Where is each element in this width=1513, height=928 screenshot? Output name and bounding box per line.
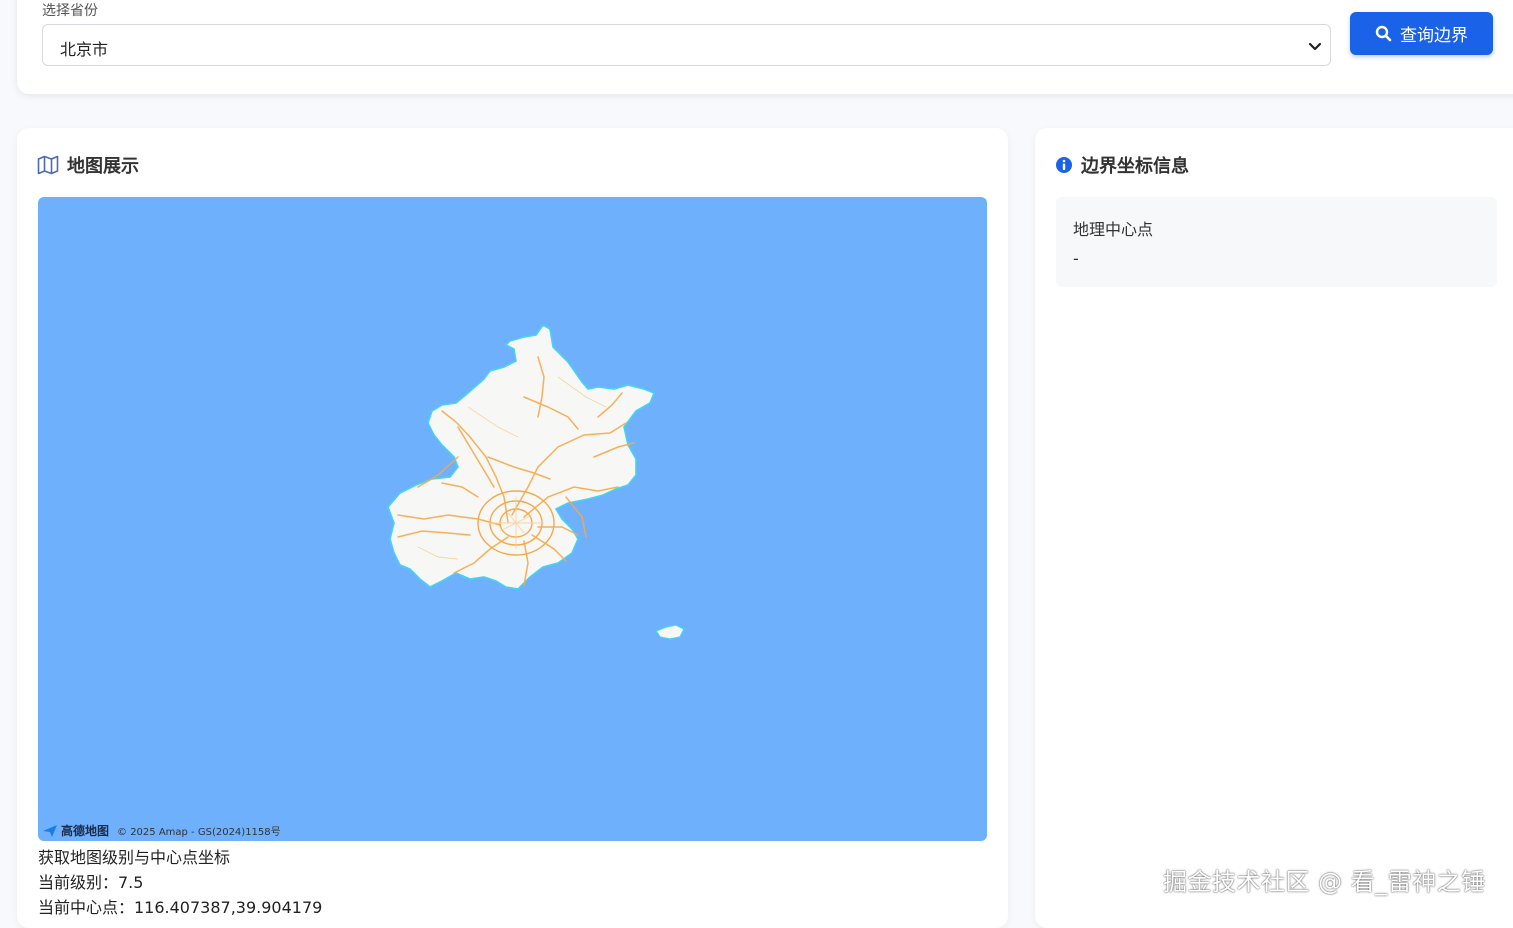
beijing-boundary-map <box>387 323 685 640</box>
map-center-coordinate: 当前中心点：116.407387,39.904179 <box>38 898 323 917</box>
boundary-info-title: 边界坐标信息 <box>1055 152 1189 178</box>
map-status-heading: 获取地图级别与中心点坐标 <box>38 848 231 867</box>
chevron-down-icon <box>1308 42 1322 51</box>
query-boundary-button[interactable]: 查询边界 <box>1350 12 1493 55</box>
geo-center-box: 地理中心点 - <box>1056 197 1497 287</box>
info-icon <box>1056 157 1072 173</box>
map-panel-title-text: 地图展示 <box>67 156 139 177</box>
map-attribution-text: © 2025 Amap - GS(2024)1158号 <box>117 827 281 838</box>
map-attribution: 高德地图 © 2025 Amap - GS(2024)1158号 <box>42 822 281 839</box>
amap-logo-text: 高德地图 <box>61 824 110 838</box>
beijing-boundary-shape <box>387 323 656 590</box>
map-status-info: 获取地图级别与中心点坐标 当前级别：7.5 当前中心点：116.407387,3… <box>38 845 322 920</box>
province-select[interactable]: 北京市 <box>42 24 1331 66</box>
map-panel-title: 地图展示 <box>37 152 139 178</box>
query-boundary-button-label: 查询边界 <box>1400 26 1468 46</box>
boundary-info-title-text: 边界坐标信息 <box>1081 156 1189 177</box>
geo-center-label: 地理中心点 <box>1073 220 1154 239</box>
province-select-label: 选择省份 <box>42 3 98 19</box>
map-canvas[interactable]: 高德地图 © 2025 Amap - GS(2024)1158号 <box>38 197 987 841</box>
watermark-text: 掘金技术社区 @ 看_雷神之锤 <box>1163 868 1486 896</box>
island-shape <box>655 624 685 640</box>
map-zoom-level: 当前级别：7.5 <box>38 873 144 892</box>
search-icon <box>1375 25 1392 42</box>
amap-logo-icon <box>43 824 57 837</box>
province-select-value: 北京市 <box>60 40 109 59</box>
amap-logo: 高德地图 <box>42 822 109 839</box>
map-icon <box>37 155 59 175</box>
geo-center-value: - <box>1073 249 1079 268</box>
